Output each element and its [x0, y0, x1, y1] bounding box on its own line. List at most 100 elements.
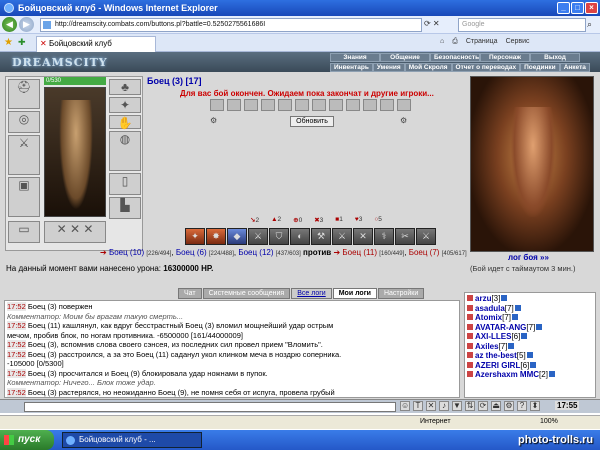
scroll-icon[interactable]: ⇅ — [465, 401, 475, 411]
menu-communication[interactable]: Общение — [380, 53, 430, 62]
settings-chat-icon[interactable]: ⚙ — [504, 401, 514, 411]
info-icon[interactable] — [536, 323, 543, 330]
taskbar-ie-item[interactable]: Бойцовский клуб - ... — [62, 432, 202, 448]
menu-profile[interactable]: Анкета — [559, 63, 590, 72]
menu-transfers[interactable]: Отчет о переводах — [451, 63, 521, 72]
menu-exit[interactable]: Выход — [530, 53, 580, 62]
player-item[interactable]: arzu[3] — [467, 294, 593, 304]
chat-input[interactable] — [24, 402, 396, 412]
tab-system[interactable]: Системные сообщения — [202, 288, 291, 299]
player-item[interactable]: AVATAR-ANG[7] — [467, 323, 593, 333]
helmet-slot[interactable]: ⛑ — [8, 79, 40, 109]
add-favorite-icon[interactable]: ✚ — [18, 37, 26, 48]
armor-slot[interactable]: ▣ — [8, 177, 40, 217]
tab-settings[interactable]: Настройки — [377, 288, 425, 299]
skill-icon[interactable]: ⛉ — [269, 228, 289, 245]
gloves-slot[interactable]: ✋ — [109, 115, 141, 130]
skill-icon[interactable]: ⚒ — [311, 228, 331, 245]
leggings-slot[interactable]: ▯ — [109, 173, 141, 195]
tab-active[interactable]: ✕ Бойцовский клуб — [36, 36, 156, 52]
skill-icon[interactable]: ⚔ — [416, 228, 436, 245]
menu-security[interactable]: Безопасность — [430, 53, 480, 62]
menu-knowledge[interactable]: Знания — [330, 53, 380, 62]
player-item[interactable]: Axiles[7] — [467, 342, 593, 352]
player-item[interactable]: AXI-LLES[6] — [467, 332, 593, 342]
skill-icon[interactable]: ⚕ — [374, 228, 394, 245]
skill-icon[interactable]: ✕ — [353, 228, 373, 245]
info-icon[interactable] — [526, 352, 533, 358]
maximize-button[interactable]: □ — [571, 2, 584, 14]
pocket-slots[interactable]: ✕ ✕ ✕ — [44, 221, 106, 243]
menu-skills[interactable]: Умения — [372, 63, 405, 72]
info-icon[interactable] — [512, 314, 519, 320]
bracer-slot[interactable]: ◎ — [8, 111, 40, 133]
shield-slot[interactable]: ◍ — [109, 131, 141, 171]
skill-icon[interactable]: ✸ — [206, 228, 226, 245]
forward-button[interactable]: ▶ — [19, 17, 34, 32]
player-item[interactable]: Atomix[7] — [467, 313, 593, 323]
start-button[interactable]: пуск — [0, 430, 54, 450]
close-button[interactable]: × — [585, 2, 598, 14]
ie-icon — [4, 3, 14, 13]
print-icon[interactable]: ⎙ — [452, 38, 458, 46]
skill-icon[interactable]: ✦ — [185, 228, 205, 245]
player-header[interactable]: Боец (3) [17] — [147, 76, 202, 86]
skill-icon[interactable]: ◐ — [290, 228, 310, 245]
skill-icon[interactable]: ✂ — [395, 228, 415, 245]
home-icon[interactable]: ⌂ — [440, 38, 444, 46]
info-icon[interactable] — [514, 304, 521, 311]
menu-fights[interactable]: Поединки — [520, 63, 560, 72]
info-icon[interactable] — [548, 371, 555, 377]
refresh-button[interactable]: Обновить — [290, 116, 334, 127]
menu-character[interactable]: Персонаж — [480, 53, 530, 62]
boots-slot[interactable]: ▙ — [109, 197, 141, 219]
help-icon[interactable]: ? — [517, 401, 527, 411]
amulet-slot[interactable]: ♣ — [109, 79, 141, 95]
menu-inventory[interactable]: Инвентарь — [330, 63, 373, 72]
exit-chat-icon[interactable]: ⏏ — [491, 401, 501, 411]
filter-icon[interactable]: ▼ — [452, 401, 462, 411]
player-item[interactable]: Azershaxm MMC[2] — [467, 370, 593, 380]
tools-menu[interactable]: Сервис — [506, 38, 530, 46]
player-item[interactable]: asadula[7] — [467, 304, 593, 314]
skill-icon[interactable]: ⚔ — [248, 228, 268, 245]
search-input[interactable]: Google — [458, 18, 586, 32]
weapon-slot[interactable]: ⚔ — [8, 135, 40, 175]
minimize-button[interactable]: _ — [557, 2, 570, 14]
info-icon[interactable] — [530, 361, 537, 368]
game-clock: 17:55 — [555, 401, 580, 410]
clear-icon[interactable]: ✕ — [426, 401, 436, 411]
settings-icon-right[interactable]: ⚙ — [400, 116, 407, 125]
refresh-stop-icons[interactable]: ⟳ ✕ — [424, 19, 440, 28]
security-zone: Интернет — [420, 418, 451, 425]
tab-all-logs[interactable]: Все логи — [291, 288, 332, 299]
player-item[interactable]: AZERI GIRL[6] — [467, 361, 593, 371]
info-icon[interactable] — [508, 342, 515, 349]
settings-icon[interactable]: ⚙ — [210, 116, 217, 125]
player-item[interactable]: az the-best[5] — [467, 351, 593, 361]
info-icon[interactable] — [501, 295, 508, 301]
tab-close-icon[interactable]: ✕ — [40, 37, 47, 51]
log-line: 17:52 Боец (3) растерялся, но неожиданно… — [7, 387, 335, 397]
tab-chat[interactable]: Чат — [178, 288, 202, 299]
ring-slot[interactable]: ✦ — [109, 97, 141, 113]
smile-icon[interactable]: ☺ — [400, 401, 410, 411]
zoom-level[interactable]: 100% — [540, 418, 558, 425]
guild-icon — [467, 314, 473, 320]
favorites-star-icon[interactable]: ★ — [4, 37, 13, 48]
sound-icon[interactable]: ♪ — [439, 401, 449, 411]
back-button[interactable]: ◀ — [2, 17, 17, 32]
skill-icon[interactable]: ⚔ — [332, 228, 352, 245]
translit-icon[interactable]: T — [413, 401, 423, 411]
tab-my-logs[interactable]: Мои логи — [332, 288, 377, 299]
size-icon[interactable]: ⬍ — [530, 401, 540, 411]
menu-scroll[interactable]: Мой Скроля — [404, 63, 452, 72]
info-icon[interactable] — [521, 333, 528, 339]
battle-log-link[interactable]: лог боя »» — [508, 253, 549, 262]
refresh-chat-icon[interactable]: ⟳ — [478, 401, 488, 411]
url-field[interactable]: http://dreamscity.combats.com/buttons.pl… — [40, 18, 422, 32]
page-menu[interactable]: Страница — [466, 38, 498, 46]
search-icon[interactable]: ⌕ — [587, 19, 592, 30]
skill-icon[interactable]: ◆ — [227, 228, 247, 245]
belt-slot[interactable]: ▭ — [8, 221, 40, 243]
